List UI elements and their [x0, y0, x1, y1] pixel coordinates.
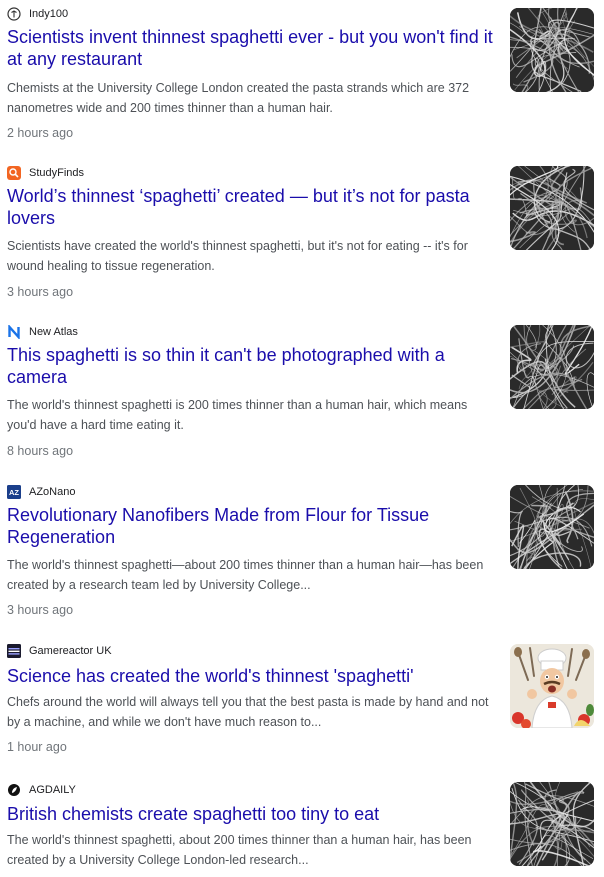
nanofiber-image[interactable] [510, 8, 594, 92]
article-timestamp: 3 hours ago [7, 603, 74, 617]
article-snippet: Scientists have created the world's thin… [7, 239, 468, 273]
chef-illustration-image[interactable] [510, 644, 594, 728]
source-name: New Atlas [29, 326, 78, 338]
source-name: Gamereactor UK [29, 645, 112, 657]
article-headline-link[interactable]: Revolutionary Nanofibers Made from Flour… [7, 504, 499, 548]
article-timestamp: 3 hours ago [7, 285, 74, 299]
article-timestamp: 8 hours ago [7, 444, 74, 458]
article-headline-link[interactable]: Science has created the world's thinnest… [7, 665, 499, 687]
article-timestamp: 1 hour ago [7, 740, 67, 754]
source-name: StudyFinds [29, 167, 85, 179]
source-name: AZoNano [29, 486, 76, 498]
news-article: AGDAILY British chemists create spaghett… [0, 782, 604, 877]
new-atlas-logo-icon [7, 325, 21, 339]
nanofiber-image[interactable] [510, 325, 594, 409]
gamereactor-logo-icon [7, 644, 21, 658]
article-snippet: The world's thinnest spaghetti—about 200… [7, 558, 484, 592]
source-name: AGDAILY [29, 784, 76, 796]
news-article: Indy100 Scientists invent thinnest spagh… [0, 6, 604, 156]
article-headline-link[interactable]: World’s thinnest ‘spaghetti’ created — b… [7, 185, 499, 229]
source-row: Indy100 [7, 6, 68, 22]
news-article: AZ AZoNano Revolutionary Nanofibers Made… [0, 484, 604, 634]
news-article: New Atlas This spaghetti is so thin it c… [0, 324, 604, 474]
article-snippet: The world's thinnest spaghetti is 200 ti… [7, 398, 468, 432]
nanofiber-image[interactable] [510, 166, 594, 250]
article-headline-link[interactable]: Scientists invent thinnest spaghetti eve… [7, 26, 499, 70]
article-timestamp: 2 hours ago [7, 126, 74, 140]
article-headline-link[interactable]: This spaghetti is so thin it can't be ph… [7, 344, 499, 388]
source-row: AGDAILY [7, 782, 76, 798]
svg-text:AZ: AZ [9, 488, 19, 497]
source-row: Gamereactor UK [7, 643, 112, 659]
article-snippet: The world's thinnest spaghetti, about 20… [7, 833, 472, 867]
article-snippet: Chemists at the University College Londo… [7, 81, 470, 115]
nanofiber-image[interactable] [510, 485, 594, 569]
studyfinds-logo-icon [7, 166, 21, 180]
azonano-logo-icon: AZ [7, 485, 21, 499]
article-headline-link[interactable]: British chemists create spaghetti too ti… [7, 803, 499, 825]
source-row: StudyFinds [7, 165, 84, 181]
indy100-logo-icon [7, 7, 21, 21]
news-article: StudyFinds World’s thinnest ‘spaghetti’ … [0, 165, 604, 315]
source-row: AZ AZoNano [7, 484, 75, 500]
news-article: Gamereactor UK Science has created the w… [0, 643, 604, 773]
article-snippet: Chefs around the world will always tell … [7, 695, 489, 729]
agdaily-logo-icon [7, 783, 21, 797]
nanofiber-image[interactable] [510, 782, 594, 866]
source-row: New Atlas [7, 324, 78, 340]
source-name: Indy100 [29, 8, 69, 20]
